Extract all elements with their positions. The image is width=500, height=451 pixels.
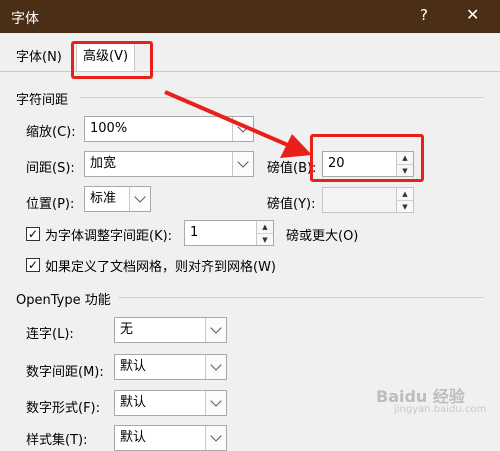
scale-combobox[interactable]: 100% (84, 116, 254, 142)
help-icon[interactable]: ? (420, 6, 428, 24)
position-by-spinner[interactable]: ▲ ▼ (322, 187, 414, 213)
section-opentype-title: OpenType 功能 (16, 293, 111, 308)
scale-value: 100% (90, 121, 128, 136)
spacing-label: 间距(S): (26, 161, 75, 176)
chevron-down-icon[interactable] (129, 187, 150, 211)
spin-down-icon[interactable]: ▼ (257, 234, 273, 246)
spinner-buttons[interactable]: ▲ ▼ (256, 221, 273, 245)
number-spacing-combobox[interactable]: 默认 (114, 354, 227, 380)
position-value: 标准 (90, 191, 117, 206)
close-icon[interactable]: ✕ (466, 5, 479, 24)
ligatures-label: 连字(L): (26, 327, 74, 342)
position-label: 位置(P): (26, 197, 75, 212)
title-bar: 字体 ? ✕ (0, 0, 500, 33)
position-by-label: 磅值(Y): (267, 197, 316, 212)
chevron-down-icon[interactable] (205, 355, 226, 379)
spacing-combobox[interactable]: 加宽 (84, 151, 254, 177)
ligatures-combobox[interactable]: 无 (114, 317, 227, 343)
tab-highlight-box (71, 41, 153, 79)
stylistic-sets-combobox[interactable]: 默认 (114, 425, 227, 451)
baidu-watermark-url: jingyan.baidu.com (394, 404, 487, 415)
number-forms-value: 默认 (120, 395, 147, 410)
position-combobox[interactable]: 标准 (84, 186, 151, 212)
number-spacing-value: 默认 (120, 359, 147, 374)
kerning-value: 1 (190, 225, 199, 240)
section-divider (80, 97, 484, 98)
chevron-down-icon[interactable] (232, 117, 253, 141)
spin-down-icon[interactable]: ▼ (397, 201, 413, 213)
chevron-down-icon[interactable] (205, 318, 226, 342)
chevron-down-icon[interactable] (205, 391, 226, 415)
number-forms-label: 数字形式(F): (26, 401, 101, 416)
number-spacing-label: 数字间距(M): (26, 365, 104, 380)
chevron-down-icon[interactable] (232, 152, 253, 176)
spacing-value: 加宽 (90, 156, 117, 171)
chevron-down-icon[interactable] (205, 426, 226, 450)
scale-label: 缩放(C): (26, 125, 76, 140)
stylistic-sets-label: 样式集(T): (26, 433, 88, 448)
tab-font[interactable]: 字体(N) (8, 46, 70, 70)
snap-grid-label: 如果定义了文档网格，则对齐到网格(W) (45, 260, 276, 275)
value-highlight-box (310, 134, 424, 182)
kerning-label: 为字体调整字间距(K): (45, 229, 173, 244)
ligatures-value: 无 (120, 322, 134, 337)
number-forms-combobox[interactable]: 默认 (114, 390, 227, 416)
stylistic-sets-value: 默认 (120, 430, 147, 445)
kerning-spinner[interactable]: 1 ▲ ▼ (184, 220, 274, 246)
kerning-suffix: 磅或更大(O) (286, 229, 359, 244)
window-title: 字体 (11, 11, 39, 27)
kerning-checkbox[interactable]: ✓ (26, 227, 40, 241)
snap-grid-checkbox[interactable]: ✓ (26, 258, 40, 272)
spinner-buttons[interactable]: ▲ ▼ (396, 188, 413, 212)
section-char-spacing-title: 字符间距 (16, 93, 69, 108)
section-divider (118, 297, 484, 298)
